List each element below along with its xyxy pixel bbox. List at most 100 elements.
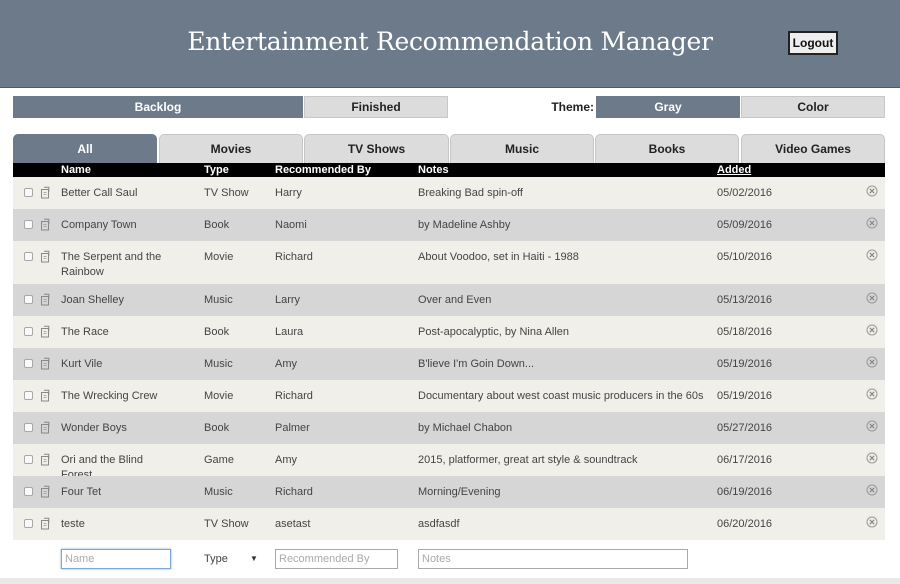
tab-all[interactable]: All (13, 134, 157, 163)
add-recommendation-form: Type ▼ (13, 542, 885, 576)
row-added: 05/02/2016 (717, 187, 773, 199)
delete-x-icon[interactable] (866, 516, 878, 528)
row-checkbox[interactable] (24, 327, 33, 336)
recommended-by-input[interactable] (275, 549, 398, 569)
row-notes: Post-apocalyptic, by Nina Allen (418, 326, 570, 338)
row-type: Game (204, 454, 234, 466)
row-checkbox[interactable] (24, 487, 33, 496)
row-recommended-by: Larry (275, 294, 301, 306)
row-added: 05/10/2016 (717, 251, 773, 263)
row-checkbox[interactable] (24, 295, 33, 304)
row-checkbox[interactable] (24, 391, 33, 400)
column-header-type[interactable]: Type (204, 164, 229, 176)
column-header-added[interactable]: Added (717, 164, 751, 176)
row-notes: by Michael Chabon (418, 422, 513, 434)
row-type: TV Show (204, 187, 249, 199)
delete-x-icon[interactable] (866, 217, 878, 229)
row-name: Joan Shelley (61, 294, 124, 306)
tab-music[interactable]: Music (450, 134, 594, 163)
row-notes: B'lieve I'm Goin Down... (418, 358, 535, 370)
delete-x-icon[interactable] (866, 249, 878, 261)
table-row: Ori and the Blind Forest Game Amy 2015, pla… (13, 444, 885, 481)
row-name: Better Call Saul (61, 187, 138, 199)
name-input[interactable] (61, 549, 171, 569)
edit-icon[interactable] (39, 485, 51, 498)
row-name: teste (61, 518, 85, 530)
logout-button[interactable]: Logout (788, 31, 838, 55)
row-checkbox[interactable] (24, 220, 33, 229)
delete-x-icon[interactable] (866, 452, 878, 464)
row-notes: Breaking Bad spin-off (418, 187, 523, 199)
delete-x-icon[interactable] (866, 185, 878, 197)
row-name: Four Tet (61, 486, 102, 498)
delete-x-icon[interactable] (866, 324, 878, 336)
row-recommended-by: Palmer (275, 422, 310, 434)
row-type: Music (204, 358, 233, 370)
type-select[interactable]: Type ▼ (204, 549, 264, 569)
table-row: teste TV Show asetast asdfasdf 06/20/2016 (13, 508, 885, 540)
row-notes: 2015, platformer, great art style & soun… (418, 454, 638, 466)
row-recommended-by: Harry (275, 187, 302, 199)
row-name: Company Town (61, 219, 137, 231)
edit-icon[interactable] (39, 517, 51, 530)
backlog-toggle[interactable]: Backlog (13, 96, 303, 118)
row-type: TV Show (204, 518, 249, 530)
row-added: 05/09/2016 (717, 219, 773, 231)
row-recommended-by: Richard (275, 486, 313, 498)
table-row: Wonder Boys Book Palmer by Michael Chabon 05… (13, 412, 885, 444)
row-notes: Morning/Evening (418, 486, 501, 498)
column-header-name[interactable]: Name (61, 164, 91, 176)
tab-tv-shows[interactable]: TV Shows (304, 134, 449, 163)
edit-icon[interactable] (39, 357, 51, 370)
row-type: Book (204, 422, 230, 434)
delete-x-icon[interactable] (866, 292, 878, 304)
row-type: Book (204, 326, 230, 338)
table-row: Company Town Book Naomi by Madeline Ashby 05… (13, 209, 885, 241)
row-recommended-by: asetast (275, 518, 311, 530)
row-type: Music (204, 486, 233, 498)
column-header-notes[interactable]: Notes (418, 164, 449, 176)
theme-gray-button[interactable]: Gray (596, 96, 740, 118)
row-name: The Serpent and the Rainbow (61, 251, 162, 278)
edit-icon[interactable] (39, 453, 51, 466)
theme-color-button[interactable]: Color (741, 96, 885, 118)
table-row: The Race Book Laura Post-apocalyptic, by Ni… (13, 316, 885, 348)
edit-icon[interactable] (39, 389, 51, 402)
delete-x-icon[interactable] (866, 356, 878, 368)
table-row: The Serpent and the Rainbow Movie Richard A… (13, 241, 885, 284)
delete-x-icon[interactable] (866, 420, 878, 432)
edit-icon[interactable] (39, 186, 51, 199)
row-notes: About Voodoo, set in Haiti - 1988 (418, 251, 579, 263)
table-row: Joan Shelley Music Larry Over and Even 05/13… (13, 284, 885, 316)
row-checkbox[interactable] (24, 188, 33, 197)
row-name: Kurt Vile (61, 358, 103, 370)
edit-icon[interactable] (39, 293, 51, 306)
row-type: Movie (204, 251, 234, 263)
edit-icon[interactable] (39, 421, 51, 434)
row-recommended-by: Naomi (275, 219, 307, 231)
row-checkbox[interactable] (24, 455, 33, 464)
finished-toggle[interactable]: Finished (304, 96, 448, 118)
delete-x-icon[interactable] (866, 388, 878, 400)
notes-input[interactable] (418, 549, 688, 569)
recommendation-table-body: Better Call Saul TV Show Harry Breaking Bad… (13, 177, 885, 540)
row-notes: Over and Even (418, 294, 492, 306)
column-header-recommended-by[interactable]: Recommended By (275, 164, 371, 176)
row-notes: Documentary about west coast music produ… (418, 390, 704, 402)
tab-movies[interactable]: Movies (159, 134, 303, 163)
edit-icon[interactable] (39, 250, 51, 263)
edit-icon[interactable] (39, 218, 51, 231)
row-checkbox[interactable] (24, 252, 33, 261)
row-checkbox[interactable] (24, 519, 33, 528)
delete-x-icon[interactable] (866, 484, 878, 496)
row-checkbox[interactable] (24, 423, 33, 432)
tab-video-games[interactable]: Video Games (741, 134, 885, 163)
row-checkbox[interactable] (24, 359, 33, 368)
row-added: 05/19/2016 (717, 390, 773, 402)
row-type: Book (204, 219, 230, 231)
row-added: 05/27/2016 (717, 422, 773, 434)
edit-icon[interactable] (39, 325, 51, 338)
tab-books[interactable]: Books (595, 134, 739, 163)
footer-strip (0, 578, 900, 584)
theme-label: Theme: (551, 100, 594, 114)
